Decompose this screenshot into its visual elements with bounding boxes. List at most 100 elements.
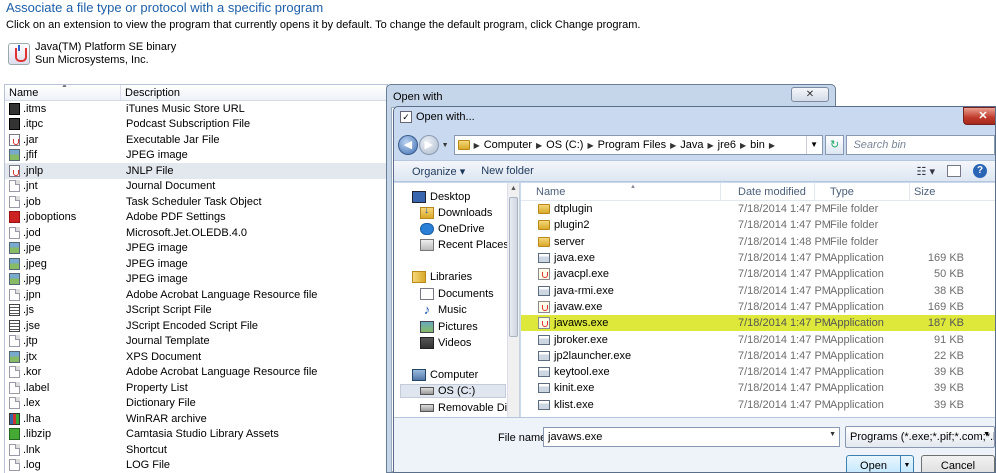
chevron-down-icon[interactable]: ▼ [829,431,836,438]
openwith-close-button[interactable]: ✕ [791,87,829,102]
extension-row[interactable]: .jnlp JNLP File [5,163,387,179]
extension-row[interactable]: .joboptions Adobe PDF Settings [5,210,387,226]
extension-row[interactable]: .jnt Journal Document [5,179,387,195]
breadcrumb-jre6[interactable]: jre6 [718,139,736,151]
organize-button[interactable]: Organize ▾ [404,165,473,178]
column-header-name[interactable]: Name ▲ [5,85,121,100]
extension-row[interactable]: .itpc Podcast Subscription File [5,117,387,133]
nav-videos[interactable]: Videos [420,337,471,349]
file-row[interactable]: kinit.exe 7/18/2014 1:47 PM Application 39 … [521,380,995,396]
file-row[interactable]: server 7/18/2014 1:48 PM File folder [521,234,995,250]
nav-documents[interactable]: Documents [420,288,494,300]
filename-input[interactable]: javaws.exe ▼ [543,427,840,447]
nav-computer[interactable]: Computer [412,369,478,381]
extension-row[interactable]: .jtp Journal Template [5,334,387,350]
column-header-size[interactable]: Size [910,183,995,201]
file-type: Application [830,398,884,411]
breadcrumb-bin[interactable]: bin [750,139,765,151]
nav-onedrive[interactable]: OneDrive [420,223,484,235]
nav-downloads[interactable]: Downloads [420,205,492,219]
page-title: Associate a file type or protocol with a… [6,0,324,15]
extension-row[interactable]: .lha WinRAR archive [5,411,387,427]
file-date-modified: 7/18/2014 1:47 PM [738,333,831,346]
application-icon [538,334,550,345]
scroll-up-icon[interactable]: ▲ [508,183,519,195]
file-row[interactable]: keytool.exe 7/18/2014 1:47 PM Application 3… [521,364,995,380]
address-bar[interactable]: ▶ Computer ▶ OS (C:) ▶ Program Files ▶ J… [453,135,823,155]
file-row[interactable]: jbroker.exe 7/18/2014 1:47 PM Application 9… [521,331,995,347]
extension-row[interactable]: .jpn Adobe Acrobat Language Resource file [5,287,387,303]
column-header-description[interactable]: Description [121,85,387,100]
application-icon [538,399,550,410]
back-button[interactable]: ◀ [398,135,418,155]
breadcrumb-java[interactable]: Java [680,139,703,151]
file-row[interactable]: javacpl.exe 7/18/2014 1:47 PM Application 5… [521,266,995,282]
new-folder-button[interactable]: New folder [473,165,542,177]
recent-locations-dropdown[interactable]: ▼ [442,142,449,149]
file-row[interactable]: dtplugin 7/18/2014 1:47 PM File folder [521,201,995,217]
gen-file-icon [9,381,20,394]
scroll-thumb[interactable] [509,197,518,337]
extension-row[interactable]: .js JScript Script File [5,303,387,319]
nav-libraries[interactable]: Libraries [412,271,472,283]
address-dropdown-button[interactable]: ▼ [805,136,822,154]
forward-button[interactable]: ▶ [418,135,439,155]
extension-row[interactable]: .jpe JPEG image [5,241,387,257]
file-type-filter[interactable]: Programs (*.exe;*.pif;*.com;*.ba ▼ [845,426,995,448]
file-row[interactable]: java-rmi.exe 7/18/2014 1:47 PM Application… [521,282,995,298]
extension-row[interactable]: .jse JScript Encoded Script File [5,318,387,334]
file-row[interactable]: java.exe 7/18/2014 1:47 PM Application 169 … [521,250,995,266]
nav-desktop[interactable]: Desktop [412,191,470,203]
file-row[interactable]: javaws.exe 7/18/2014 1:47 PM Application 18… [521,315,995,332]
breadcrumb-os-c[interactable]: OS (C:) [546,139,583,151]
file-size: 39 KB [934,366,964,379]
extension-description: iTunes Music Store URL [126,102,245,115]
extension-row[interactable]: .job Task Scheduler Task Object [5,194,387,210]
extension-row[interactable]: .jpeg JPEG image [5,256,387,272]
search-input[interactable]: Search bin [846,135,995,155]
column-header-type[interactable]: Type [815,182,910,201]
extension-name: .jpe [23,242,41,255]
dialog-close-button[interactable]: ✕ [963,107,995,125]
nav-recent-places[interactable]: Recent Places [420,239,509,251]
nav-pictures[interactable]: Pictures [420,321,478,333]
column-header-file-name[interactable]: Name ▲ [521,182,721,201]
file-row[interactable]: jp2launcher.exe 7/18/2014 1:47 PM Applicat… [521,348,995,364]
extension-row[interactable]: .jar Executable Jar File [5,132,387,148]
extension-row[interactable]: .label Property List [5,380,387,396]
nav-os-c[interactable]: OS (C:) [400,384,506,398]
file-row[interactable]: klist.exe 7/18/2014 1:47 PM Application 39 … [521,397,995,413]
change-view-button[interactable]: ☷ ▾ [917,165,935,178]
file-type: Application [830,268,884,281]
extension-row[interactable]: .jfif JPEG image [5,148,387,164]
extension-row[interactable]: .lnk Shortcut [5,442,387,458]
breadcrumb-computer[interactable]: Computer [484,139,532,151]
extension-row[interactable]: .jtx XPS Document [5,349,387,365]
extension-name: .jpg [23,273,41,286]
open-options-dropdown[interactable]: ▼ [900,456,913,472]
gen-file-icon [9,397,20,410]
cancel-button[interactable]: Cancel [921,455,995,472]
extension-row[interactable]: .lex Dictionary File [5,396,387,412]
extension-row[interactable]: .log LOG File [5,458,387,473]
extension-name: .kor [23,366,42,379]
nav-scrollbar[interactable]: ▲ [507,183,519,417]
file-name: plugin2 [554,219,590,232]
column-header-date-modified[interactable]: Date modified [721,182,815,201]
file-name: jp2launcher.exe [554,349,632,362]
extension-row[interactable]: .jod Microsoft.Jet.OLEDB.4.0 [5,225,387,241]
nav-music[interactable]: ♪ Music [420,303,467,316]
breadcrumb-program-files[interactable]: Program Files [598,139,666,151]
extension-row[interactable]: .libzip Camtasia Studio Library Assets [5,427,387,443]
dialog-footer: File name: javaws.exe ▼ Programs (*.exe;*… [394,417,995,472]
file-row[interactable]: javaw.exe 7/18/2014 1:47 PM Application 169… [521,299,995,315]
refresh-button[interactable]: ↻ [824,135,845,155]
preview-pane-icon[interactable] [947,165,961,177]
help-icon[interactable]: ? [973,164,987,178]
open-button[interactable]: Open ▼ [846,455,914,472]
file-row[interactable]: plugin2 7/18/2014 1:47 PM File folder [521,217,995,233]
extension-row[interactable]: .kor Adobe Acrobat Language Resource file [5,365,387,381]
extension-row[interactable]: .jpg JPEG image [5,272,387,288]
file-name: server [554,235,585,248]
extension-row[interactable]: .itms iTunes Music Store URL [5,101,387,117]
